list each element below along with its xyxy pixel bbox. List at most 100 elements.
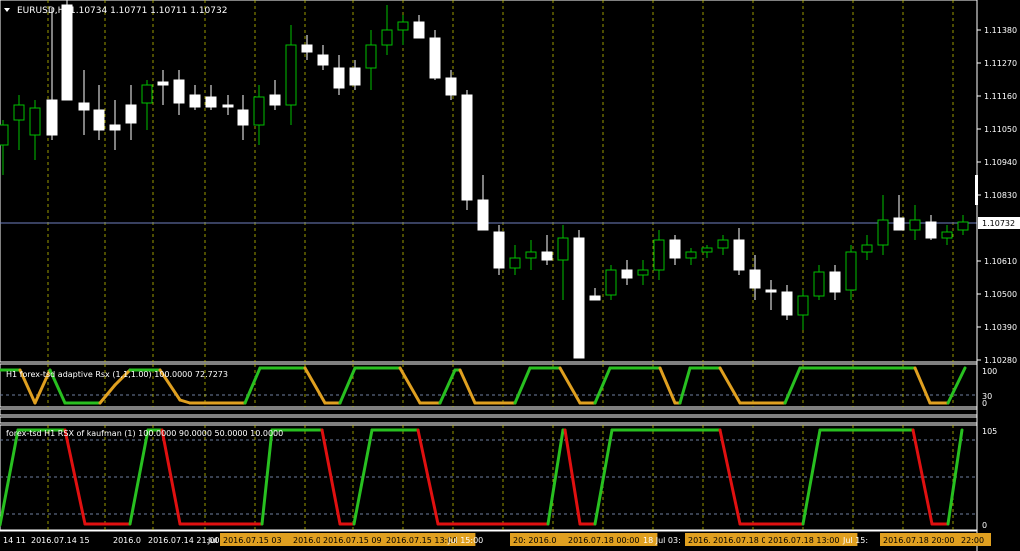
candle-body [301, 44, 313, 53]
rsx-level-label-100: 100 [982, 367, 997, 376]
candle-body [589, 295, 601, 301]
symbol-header: EURUSD,H1 1.10734 1.10771 1.10711 1.1073… [4, 6, 227, 16]
candle-body [222, 104, 234, 108]
price-tick-label: 1.11270 [984, 59, 1017, 68]
candle-body [749, 269, 761, 289]
candle-body [669, 239, 681, 259]
candle-body [701, 247, 713, 253]
rsx-level-label-0: 0 [982, 399, 987, 408]
candle-body [829, 271, 841, 293]
candle-body [653, 239, 665, 271]
candle-body [845, 251, 857, 291]
candle-body [93, 109, 105, 131]
price-tick-label: 1.11380 [984, 26, 1017, 35]
candle-body [781, 291, 793, 316]
price-tick-label: 1.10610 [984, 257, 1017, 266]
price-tick-label: 1.10280 [984, 356, 1017, 365]
price-tick-label: 1.10500 [984, 290, 1017, 299]
candle-body [349, 67, 361, 86]
time-tick-label: 14 11 [3, 536, 26, 545]
candle-body [125, 104, 137, 124]
time-tick-label: Jul 15:00 [447, 536, 483, 545]
candle-body [317, 54, 329, 66]
time-tick-label: 2016.0 [293, 536, 321, 545]
candle-body [637, 269, 649, 276]
candle-body [717, 239, 729, 249]
candle-body [46, 99, 58, 136]
rsx-indicator-panel[interactable]: H1 forex-tsd adaptive Rsx (1,1,1.00) 100… [0, 363, 997, 408]
time-tick-label: Jul 15: [842, 536, 868, 545]
candle-body [0, 124, 9, 146]
candle-body [525, 251, 537, 259]
candle-body [29, 107, 41, 136]
candle-body [445, 77, 457, 96]
price-panel-frame [0, 0, 978, 363]
time-tick-label: 20: 2016.0 [513, 536, 556, 545]
time-tick-label: 2016.0 [113, 536, 141, 545]
candle-body [157, 81, 169, 86]
current-price-tag: 1.10732 [978, 217, 1020, 229]
candle-body [941, 231, 953, 239]
time-tick-label: 2016.07.15 03 [223, 536, 282, 545]
candle-body [381, 29, 393, 46]
candle-body [397, 21, 409, 31]
time-axis[interactable]: 14 11 2016.07.14 15 2016.0 2016.07.14 21:00… [0, 530, 991, 546]
time-tick-label: 2016.07.18 13:00 [768, 536, 839, 545]
time-tick-label: 22:00 [961, 536, 984, 545]
candle-body [765, 289, 777, 293]
time-tick-label: 2016.07.15 13:00 [386, 536, 457, 545]
candle-body [413, 21, 425, 39]
candle-body [573, 237, 585, 359]
candle-body [509, 257, 521, 269]
candle-body [733, 239, 745, 271]
candle-body [13, 104, 25, 121]
price-panel[interactable]: EURUSD,H1 1.10734 1.10771 1.10711 1.1073… [0, 0, 978, 363]
candle-body [189, 94, 201, 108]
candle-body [253, 96, 265, 126]
candle-body [61, 4, 73, 101]
price-tick-label: 1.10390 [984, 323, 1017, 332]
candle-body [909, 219, 921, 231]
candle-body [365, 44, 377, 69]
candle-body [493, 231, 505, 269]
candle-body [109, 124, 121, 131]
candle-body [605, 269, 617, 296]
candle-body [541, 251, 553, 261]
candle-body [141, 84, 153, 104]
kaufman-indicator-panel[interactable]: forex-tsd H1 RSX of kaufman (1) 100.0000… [0, 424, 997, 531]
time-tick-label: Jul [207, 536, 218, 545]
time-tick-label: 2016.07.15 09 [323, 536, 382, 545]
ohlc-readout: 1.10734 1.10771 1.10711 1.10732 [70, 6, 227, 16]
candle-body [893, 217, 905, 231]
price-tick-label: 1.11160 [984, 92, 1017, 101]
time-tick-label: 2016.07.14 15 [31, 536, 90, 545]
time-tick-label: 2016.07.18 00:00 [568, 536, 639, 545]
rsx-title: H1 forex-tsd adaptive Rsx (1,1,1.00) 100… [6, 370, 228, 379]
kaufman-title: forex-tsd H1 RSX of kaufman (1) 100.0000… [6, 429, 283, 438]
candle-body [685, 251, 697, 259]
candle-body [477, 199, 489, 231]
candle-body [957, 221, 969, 231]
candle-body [813, 271, 825, 297]
kaufman-level-label-105: 105 [982, 427, 997, 436]
candle-body [797, 295, 809, 316]
kaufman-level-label-0: 0 [982, 521, 987, 530]
candle-body [78, 102, 90, 111]
candle-body [285, 44, 297, 106]
price-tick-label: 1.11050 [984, 125, 1017, 134]
candle-body [429, 37, 441, 79]
empty-indicator-panel-2[interactable] [0, 416, 978, 424]
candle-body [877, 219, 889, 246]
time-tick-label: 18 Jul 03: [643, 536, 681, 545]
candle-body [237, 109, 249, 126]
candle-body [621, 269, 633, 279]
time-tick-label: 2016.07.18 20:00 [883, 536, 954, 545]
empty-indicator-panel-1[interactable] [0, 408, 978, 416]
candle-body [173, 79, 185, 104]
candle-body [461, 94, 473, 201]
price-axis[interactable]: 1.11380 1.11270 1.11160 1.11050 1.10940 1.108… [976, 0, 1017, 551]
trading-chart[interactable]: EURUSD,H1 1.10734 1.10771 1.10711 1.1073… [0, 0, 1020, 551]
candle-body [557, 237, 569, 261]
candle-body [205, 96, 217, 108]
price-tick-label: 1.10940 [984, 158, 1017, 167]
